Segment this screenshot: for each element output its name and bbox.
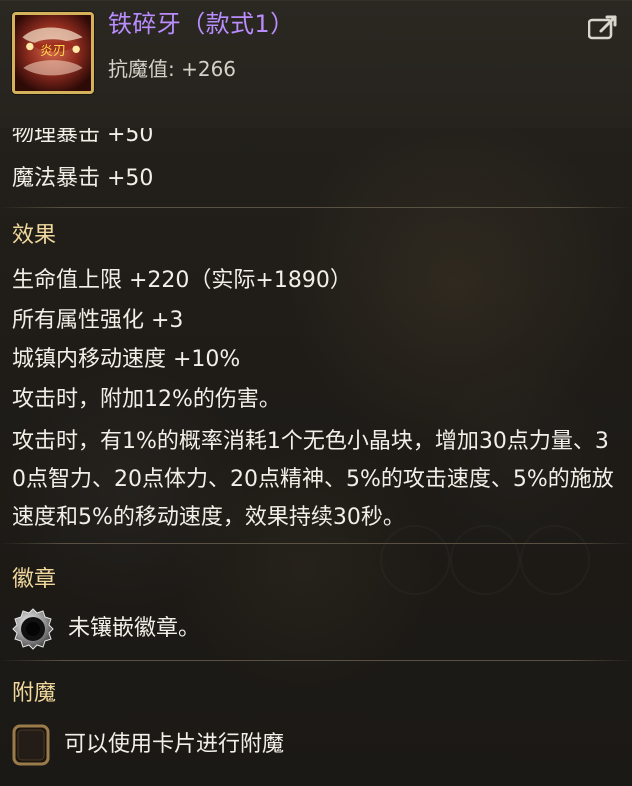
export-icon[interactable]	[587, 14, 620, 40]
divider-after-effect	[0, 543, 632, 544]
emblem-text: 未镶嵌徽章。	[68, 616, 201, 641]
enchant-text: 可以使用卡片进行附魔	[64, 732, 285, 757]
enchant-row: 可以使用卡片进行附魔	[12, 724, 284, 766]
item-tooltip-panel: 炎刃 铁碎牙（款式1） 抗魔值: +266 物理暴击 +50 魔法暴击 +50 …	[0, 0, 632, 786]
enchant-title: 附魔	[12, 681, 57, 706]
divider-after-emblem	[0, 660, 632, 661]
effect-title: 效果	[12, 223, 57, 248]
card-slot-icon	[12, 724, 50, 766]
effect-line-5: 攻击时，有1%的概率消耗1个无色小晶块，增加30点力量、30点智力、20点体力、…	[12, 429, 614, 530]
effect-line-4: 攻击时，附加12%的伤害。	[12, 387, 281, 412]
tooltip-content: 物理暴击 +50 魔法暴击 +50 效果 生命值上限 +220（实际+1890）…	[0, 122, 632, 786]
effect-line-3: 城镇内移动速度 +10%	[12, 347, 241, 372]
badge-slot-icon	[12, 608, 54, 650]
emblem-row: 未镶嵌徽章。	[12, 608, 200, 650]
magic-crit: 魔法暴击 +50	[12, 166, 154, 191]
item-title: 铁碎牙（款式1）	[108, 10, 295, 38]
divider-after-stats	[0, 207, 632, 208]
svg-text:炎刃: 炎刃	[40, 44, 66, 59]
tooltip-header: 炎刃 铁碎牙（款式1） 抗魔值: +266	[0, 0, 632, 128]
effect-line-2: 所有属性强化 +3	[12, 308, 184, 333]
emblem-title: 徽章	[12, 567, 57, 592]
effect-line-1: 生命值上限 +220（实际+1890）	[12, 268, 352, 293]
item-resistance: 抗魔值: +266	[108, 57, 237, 81]
item-icon: 炎刃	[12, 12, 94, 94]
